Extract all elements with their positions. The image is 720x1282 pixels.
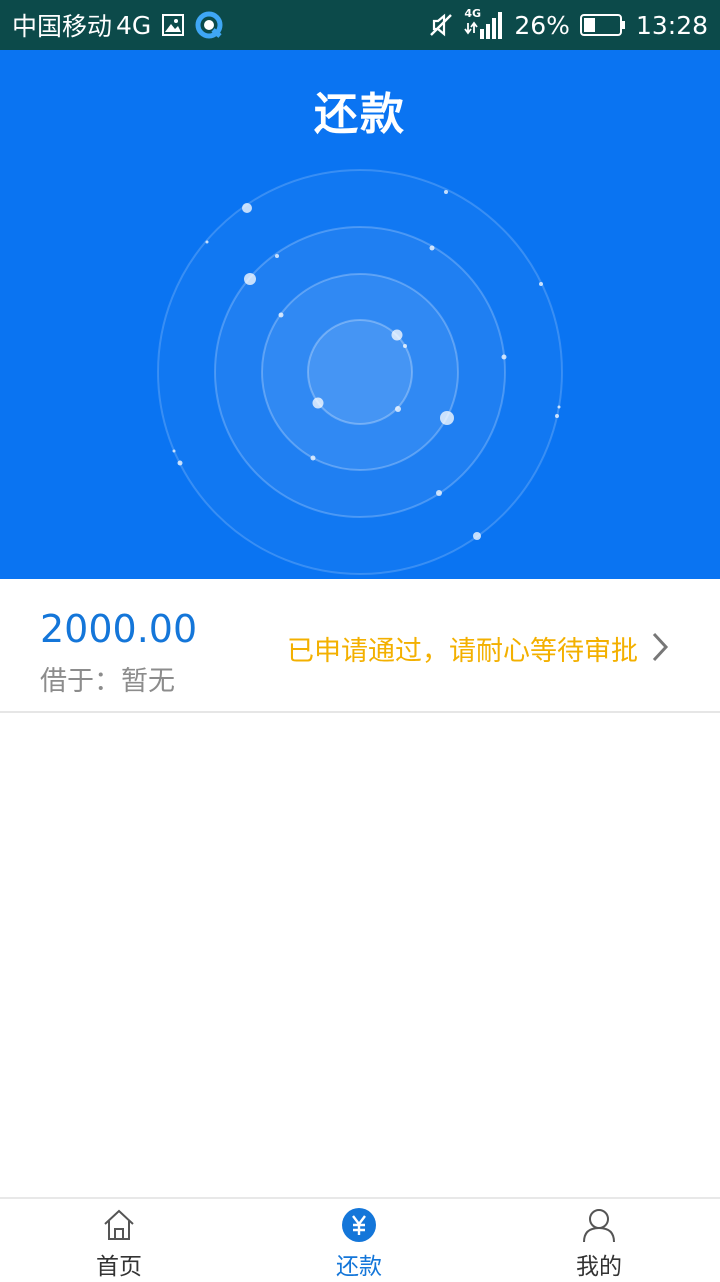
- yen-icon: [342, 1208, 376, 1242]
- chevron-right-icon: [652, 632, 669, 662]
- mute-icon: [428, 12, 454, 38]
- home-icon: [104, 1209, 134, 1240]
- tab-mine-label: 我的: [576, 1254, 622, 1280]
- tab-repay-label: 还款: [336, 1254, 382, 1280]
- network-label: 4G: [116, 10, 152, 40]
- status-bar-right: 4G 26% 13:28: [428, 7, 708, 41]
- carrier-label: 中国移动: [12, 12, 113, 41]
- tab-repay[interactable]: 还款: [289, 1207, 429, 1281]
- bottom-tab-bar: 首页 还款 我的: [0, 1197, 720, 1282]
- page-title: 还款: [314, 89, 406, 140]
- header-banner: 还款: [0, 50, 720, 579]
- tab-home-label: 首页: [96, 1254, 142, 1280]
- tab-mine[interactable]: 我的: [529, 1207, 669, 1281]
- status-bar: 中国移动 4G 4G 26% 13:28: [0, 0, 720, 50]
- borrowed-from-label: 借于：暂无: [40, 666, 175, 697]
- approval-status-text: 已申请通过，请耐心等待审批: [287, 636, 638, 667]
- battery-percent: 26%: [514, 10, 570, 40]
- signal-icon: 4G: [464, 7, 504, 41]
- clock: 13:28: [635, 10, 708, 40]
- status-bar-left: 中国移动 4G: [12, 7, 223, 43]
- loan-status-row[interactable]: 2000.00 借于：暂无 已申请通过，请耐心等待审批: [0, 579, 720, 713]
- tab-home[interactable]: 首页: [49, 1207, 189, 1281]
- user-icon: [583, 1209, 615, 1243]
- gallery-icon: [161, 13, 185, 37]
- loan-amount: 2000.00: [40, 607, 198, 651]
- assistant-app-icon: [195, 11, 223, 39]
- battery-icon: [579, 13, 626, 37]
